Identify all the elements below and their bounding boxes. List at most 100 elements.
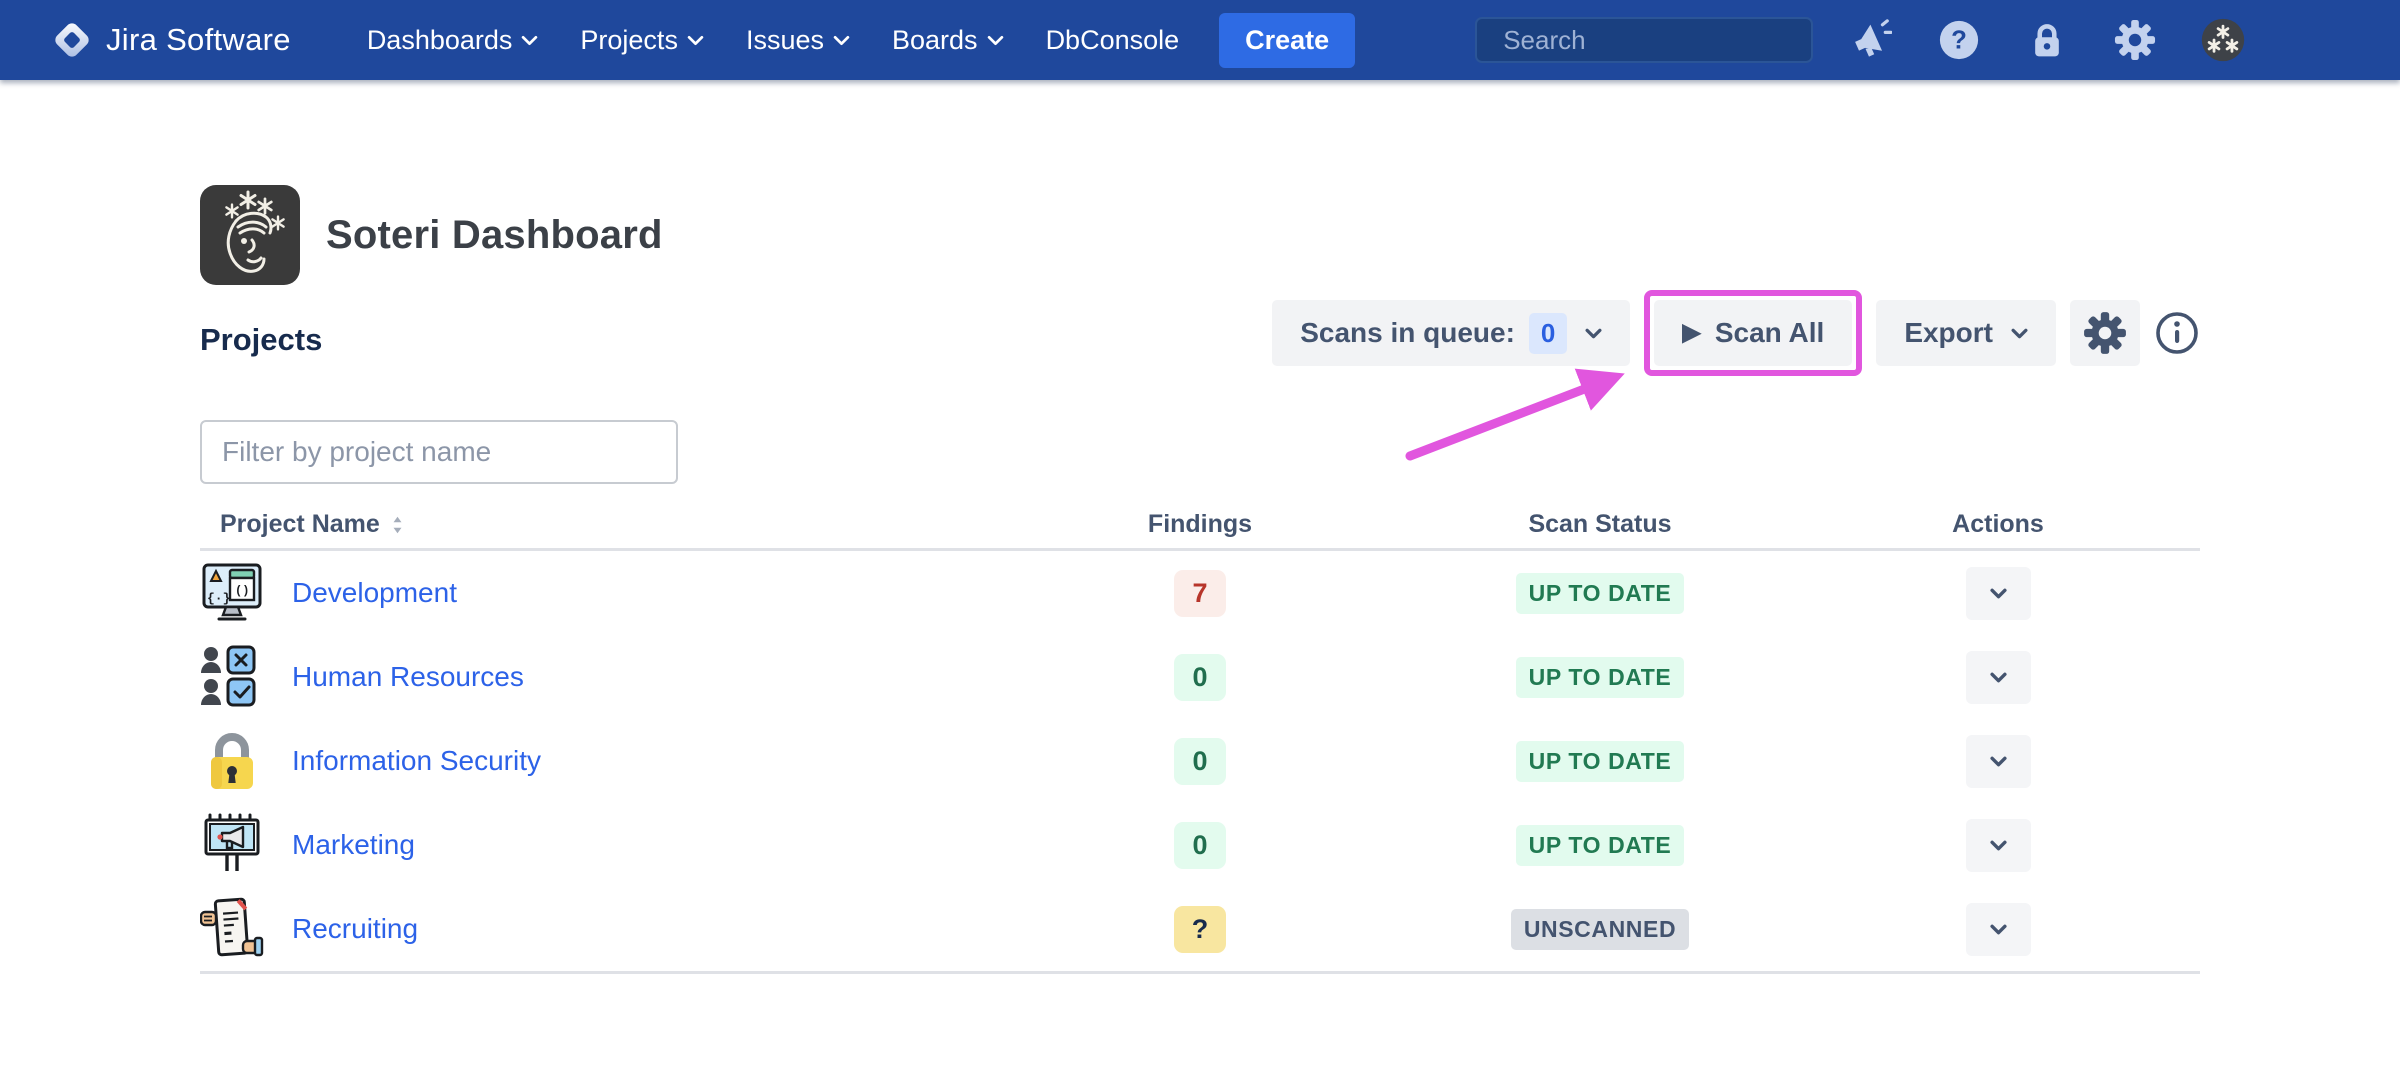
projects-toolbar: Scans in queue: 0 ▶ Scan All Export (1272, 290, 2200, 376)
row-actions-button[interactable] (1965, 734, 2031, 788)
export-label: Export (1904, 317, 1993, 348)
findings-badge: 7 (1174, 569, 1226, 617)
play-icon: ▶ (1682, 319, 1701, 346)
column-header-scan-status: Scan Status (1528, 510, 1672, 538)
scan-status-badge: UP TO DATE (1515, 572, 1685, 614)
padlock-glyph (2035, 24, 2060, 57)
development-monitor-icon: {·} () (200, 561, 264, 625)
column-header-project-name[interactable]: Project Name (220, 510, 403, 539)
findings-badge: 0 (1174, 737, 1226, 785)
findings-badge: 0 (1174, 821, 1226, 869)
soteri-logo (200, 185, 300, 285)
actions-cell (1918, 551, 2078, 635)
project-link[interactable]: Development (292, 577, 457, 609)
findings-cell: 0 (1120, 635, 1280, 719)
row-actions-button[interactable] (1965, 650, 2031, 704)
create-button[interactable]: Create (1219, 12, 1356, 68)
jira-logo-icon (55, 23, 89, 57)
gear-icon (2084, 312, 2126, 354)
actions-cell (1918, 887, 2078, 971)
scans-in-queue-label: Scans in queue: (1300, 317, 1515, 348)
nav-boards[interactable]: Boards (892, 25, 1004, 56)
export-dropdown[interactable]: Export (1876, 300, 2056, 366)
table-header: Project Name Findings Scan Status Action… (200, 506, 2200, 546)
lock-icon[interactable] (2025, 18, 2069, 62)
findings-cell: 0 (1120, 803, 1280, 887)
table-bottom-divider (200, 971, 2200, 974)
scan-status-badge: UNSCANNED (1510, 908, 1690, 950)
question-glyph: ? (1940, 20, 1979, 60)
hr-people-checklist-icon (200, 645, 264, 709)
project-link[interactable]: Marketing (292, 829, 415, 861)
findings-badge: ? (1174, 905, 1226, 953)
page-header: Soteri Dashboard (200, 185, 663, 285)
table-row: Human Resources 0 UP TO DATE (200, 635, 2200, 719)
search-input[interactable] (1503, 24, 1839, 56)
gear-glyph (2115, 19, 2156, 61)
svg-text:?: ? (1951, 27, 1967, 55)
page-title: Soteri Dashboard (326, 212, 663, 257)
settings-button[interactable] (2070, 300, 2140, 366)
chevron-down-icon (987, 35, 1003, 45)
projects-heading: Projects (200, 322, 323, 357)
findings-badge: 0 (1174, 653, 1226, 701)
resume-hands-icon (200, 897, 264, 961)
column-label: Project Name (220, 510, 380, 538)
avatar-asterisks-glyph (2202, 18, 2245, 62)
chevron-down-icon (1989, 672, 2007, 682)
table-row: {·} () Development 7 UP TO DATE (200, 551, 2200, 635)
svg-text:(): () (235, 584, 249, 598)
sort-icon[interactable] (392, 516, 403, 534)
navbar-search[interactable] (1475, 17, 1839, 63)
findings-cell: 7 (1120, 551, 1280, 635)
megaphone-glyph (1855, 19, 1893, 57)
project-filter-input[interactable] (200, 420, 678, 484)
actions-cell (1918, 719, 2078, 803)
scans-in-queue-dropdown[interactable]: Scans in queue: 0 (1272, 300, 1631, 366)
info-button[interactable] (2154, 310, 2200, 356)
project-link[interactable]: Human Resources (292, 661, 524, 693)
nav-issues[interactable]: Issues (746, 25, 850, 56)
chevron-down-icon (1989, 756, 2007, 766)
status-cell: UNSCANNED (1500, 887, 1700, 971)
chevron-down-icon (687, 35, 704, 45)
table-row: Recruiting ? UNSCANNED (200, 887, 2200, 971)
nav-label: Projects (580, 24, 678, 55)
actions-cell (1918, 635, 2078, 719)
project-link[interactable]: Recruiting (292, 913, 418, 945)
help-icon[interactable]: ? (1937, 18, 1981, 62)
gear-icon[interactable] (2113, 18, 2157, 62)
nav-projects[interactable]: Projects (580, 25, 704, 56)
info-icon (2156, 312, 2198, 354)
row-actions-button[interactable] (1965, 902, 2031, 956)
nav-label: DbConsole (1045, 24, 1180, 55)
status-cell: UP TO DATE (1500, 635, 1700, 719)
scan-all-button[interactable]: ▶ Scan All (1654, 300, 1853, 366)
nav-label: Boards (892, 24, 978, 55)
billboard-megaphone-icon (200, 813, 264, 877)
row-actions-button[interactable] (1965, 818, 2031, 872)
findings-cell: ? (1120, 887, 1280, 971)
status-cell: UP TO DATE (1500, 719, 1700, 803)
jira-brand[interactable]: Jira Software (52, 18, 291, 62)
announcement-icon[interactable] (1849, 18, 1893, 62)
nav-dashboards[interactable]: Dashboards (367, 25, 539, 56)
nav-dbconsole[interactable]: DbConsole (1046, 25, 1180, 56)
status-cell: UP TO DATE (1500, 803, 1700, 887)
top-navbar: Jira Software Dashboards Projects Issues… (0, 0, 2400, 80)
navbar-icon-group: ? (1849, 18, 2245, 62)
findings-cell: 0 (1120, 719, 1280, 803)
chevron-down-icon (833, 35, 850, 45)
svg-text:{·}: {·} (207, 591, 230, 606)
table-row: Information Security 0 UP TO DATE (200, 719, 2200, 803)
soteri-dashboard-page: Jira Software Dashboards Projects Issues… (0, 0, 2400, 1066)
chevron-down-icon (522, 35, 538, 45)
row-actions-button[interactable] (1965, 566, 2031, 620)
chevron-down-icon (1989, 840, 2007, 850)
user-avatar[interactable] (2201, 18, 2245, 62)
column-header-findings: Findings (1147, 510, 1253, 538)
project-link[interactable]: Information Security (292, 745, 541, 777)
chevron-down-icon (1989, 588, 2007, 598)
column-header-actions: Actions (1952, 510, 2044, 538)
scan-status-badge: UP TO DATE (1515, 824, 1685, 866)
